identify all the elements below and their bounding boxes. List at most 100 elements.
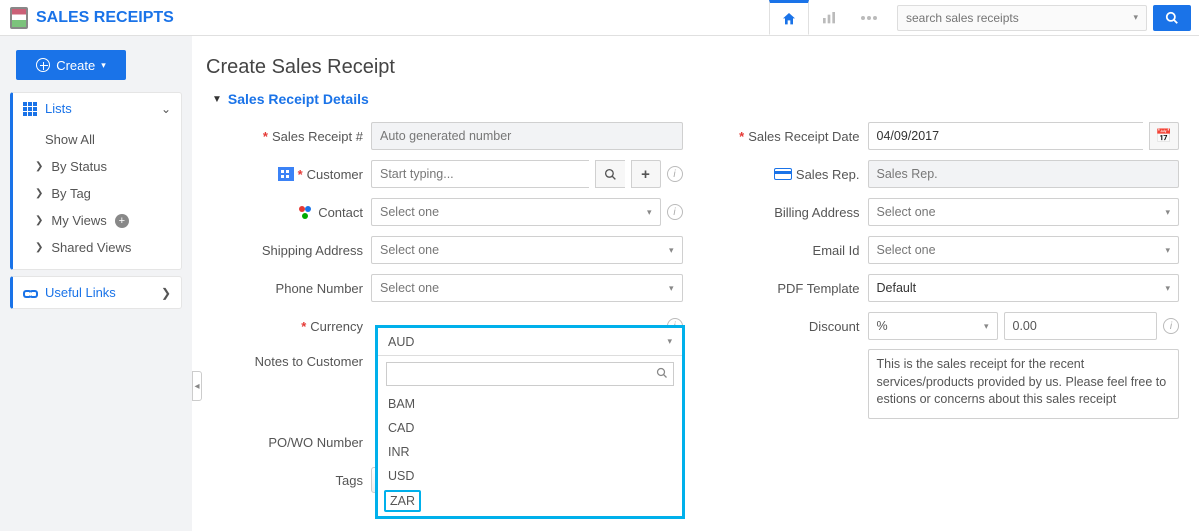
currency-filter-input[interactable] — [386, 362, 674, 386]
currency-option[interactable]: INR — [378, 440, 682, 464]
search-icon — [656, 367, 668, 379]
billing-address-select[interactable]: Select one ▾ — [868, 198, 1180, 226]
label-sales-receipt-no: Sales Receipt # — [272, 129, 363, 144]
sidebar-item-by-status[interactable]: ❯ By Status — [13, 153, 181, 180]
link-icon — [23, 286, 37, 300]
label-billing-address: Billing Address — [774, 205, 859, 220]
bar-chart-icon — [821, 10, 837, 26]
label-customer: Customer — [307, 167, 363, 182]
receipt-icon — [10, 7, 28, 29]
calendar-button[interactable] — [1149, 122, 1179, 150]
section-header[interactable]: ▼ Sales Receipt Details — [212, 91, 1179, 107]
chevron-right-icon: ❯ — [35, 161, 43, 172]
home-icon — [781, 11, 797, 27]
sidebar-lists-head[interactable]: Lists ⌄ — [13, 93, 181, 124]
sales-rep-input: Sales Rep. — [868, 160, 1180, 188]
sidebar-item-show-all[interactable]: Show All — [13, 126, 181, 153]
sidebar-useful-links-head[interactable]: Useful Links ❯ — [13, 277, 181, 308]
label-contact: Contact — [318, 205, 363, 220]
currency-option[interactable]: BAM — [378, 392, 682, 416]
label-sales-rep: Sales Rep. — [796, 167, 860, 182]
chevron-down-icon: ▾ — [984, 321, 989, 332]
chevron-down-icon: ▾ — [101, 60, 106, 71]
sidebar-item-shared-views[interactable]: ❯ Shared Views — [13, 234, 181, 261]
chevron-down-icon: ▾ — [1165, 207, 1170, 218]
currency-selected[interactable]: AUD ▾ — [378, 328, 682, 356]
pdf-template-select[interactable]: Default ▾ — [868, 274, 1180, 302]
search-icon — [604, 168, 617, 181]
search-button[interactable] — [1153, 5, 1191, 31]
collapse-triangle-icon: ▼ — [212, 94, 222, 105]
currency-option[interactable]: CAD — [378, 416, 682, 440]
sidebar-useful-links-label: Useful Links — [45, 285, 116, 300]
grid-icon — [23, 102, 37, 116]
top-bar: SALES RECEIPTS ▾ — [0, 0, 1199, 36]
sidebar-lists: Lists ⌄ Show All ❯ By Status ❯ By Tag ❯ … — [10, 92, 182, 270]
customer-search-button[interactable] — [595, 160, 625, 188]
chevron-right-icon: ❯ — [161, 286, 171, 300]
global-search[interactable]: ▾ — [897, 5, 1147, 31]
currency-options-list[interactable]: BAM CAD INR USD ZAR — [378, 392, 682, 516]
form-column-right: *Sales Receipt Date 04/09/2017 Sales Rep… — [703, 121, 1180, 503]
discount-value-input[interactable]: 0.00 — [1004, 312, 1158, 340]
label-pdf-template: PDF Template — [777, 281, 859, 296]
create-button[interactable]: Create ▾ — [16, 50, 126, 80]
currency-dropdown: AUD ▾ BAM CAD INR USD ZAR — [375, 325, 685, 519]
chevron-down-icon: ⌄ — [161, 102, 171, 116]
sidebar-item-my-views[interactable]: ❯ My Views + — [13, 207, 181, 234]
customer-add-button[interactable]: + — [631, 160, 661, 188]
label-currency: Currency — [310, 319, 363, 334]
chevron-down-icon: ▾ — [669, 283, 674, 294]
label-email-id: Email Id — [813, 243, 860, 258]
label-notes: Notes to Customer — [255, 354, 363, 369]
label-tags: Tags — [336, 473, 363, 488]
section-header-label: Sales Receipt Details — [228, 91, 369, 107]
create-button-label: Create — [56, 58, 95, 73]
id-card-icon — [774, 168, 792, 180]
phone-number-select[interactable]: Select one ▾ — [371, 274, 683, 302]
notes-textarea[interactable]: This is the sales receipt for the recent… — [868, 349, 1180, 419]
sales-receipt-no-input: Auto generated number — [371, 122, 683, 150]
page-title: Create Sales Receipt — [206, 56, 1179, 79]
global-search-input[interactable] — [906, 11, 1133, 25]
label-shipping-address: Shipping Address — [262, 243, 363, 258]
chevron-down-icon[interactable]: ▾ — [1133, 12, 1138, 23]
email-id-select[interactable]: Select one ▾ — [868, 236, 1180, 264]
form-area: *Sales Receipt # Auto generated number *… — [206, 121, 1179, 503]
app-title: SALES RECEIPTS — [10, 7, 174, 29]
home-tab[interactable] — [769, 0, 809, 35]
add-view-icon[interactable]: + — [115, 214, 129, 228]
customer-input[interactable]: Start typing... — [371, 160, 589, 188]
chevron-right-icon: ❯ — [35, 242, 43, 253]
reports-button[interactable] — [809, 0, 849, 35]
chevron-down-icon: ▾ — [1165, 245, 1170, 256]
main-content: Create Sales Receipt ▼ Sales Receipt Det… — [192, 36, 1199, 531]
info-icon[interactable]: i — [667, 166, 683, 182]
company-icon — [278, 167, 294, 181]
receipt-date-input[interactable]: 04/09/2017 — [868, 122, 1144, 150]
sidebar: Create ▾ Lists ⌄ Show All ❯ By Status ❯ … — [0, 36, 192, 531]
chevron-right-icon: ❯ — [35, 215, 43, 226]
currency-option[interactable]: USD — [378, 464, 682, 488]
sidebar-item-by-tag[interactable]: ❯ By Tag — [13, 180, 181, 207]
dots-icon — [860, 15, 878, 21]
sidebar-useful-links: Useful Links ❯ — [10, 276, 182, 309]
app-title-text: SALES RECEIPTS — [36, 9, 174, 27]
chevron-down-icon: ▾ — [667, 336, 672, 347]
contact-select[interactable]: Select one ▾ — [371, 198, 661, 226]
contacts-icon — [298, 205, 314, 219]
more-button[interactable] — [849, 0, 889, 35]
label-discount: Discount — [809, 319, 860, 334]
plus-circle-icon — [36, 58, 50, 72]
label-receipt-date: Sales Receipt Date — [748, 129, 859, 144]
sidebar-lists-label: Lists — [45, 101, 72, 116]
label-phone-number: Phone Number — [276, 281, 363, 296]
info-icon[interactable]: i — [667, 204, 683, 220]
discount-unit-select[interactable]: % ▾ — [868, 312, 998, 340]
info-icon[interactable]: i — [1163, 318, 1179, 334]
chevron-right-icon: ❯ — [35, 188, 43, 199]
shipping-address-select[interactable]: Select one ▾ — [371, 236, 683, 264]
chevron-down-icon: ▾ — [1165, 283, 1170, 294]
currency-option-highlighted[interactable]: ZAR — [384, 490, 421, 512]
search-icon — [1165, 11, 1179, 25]
